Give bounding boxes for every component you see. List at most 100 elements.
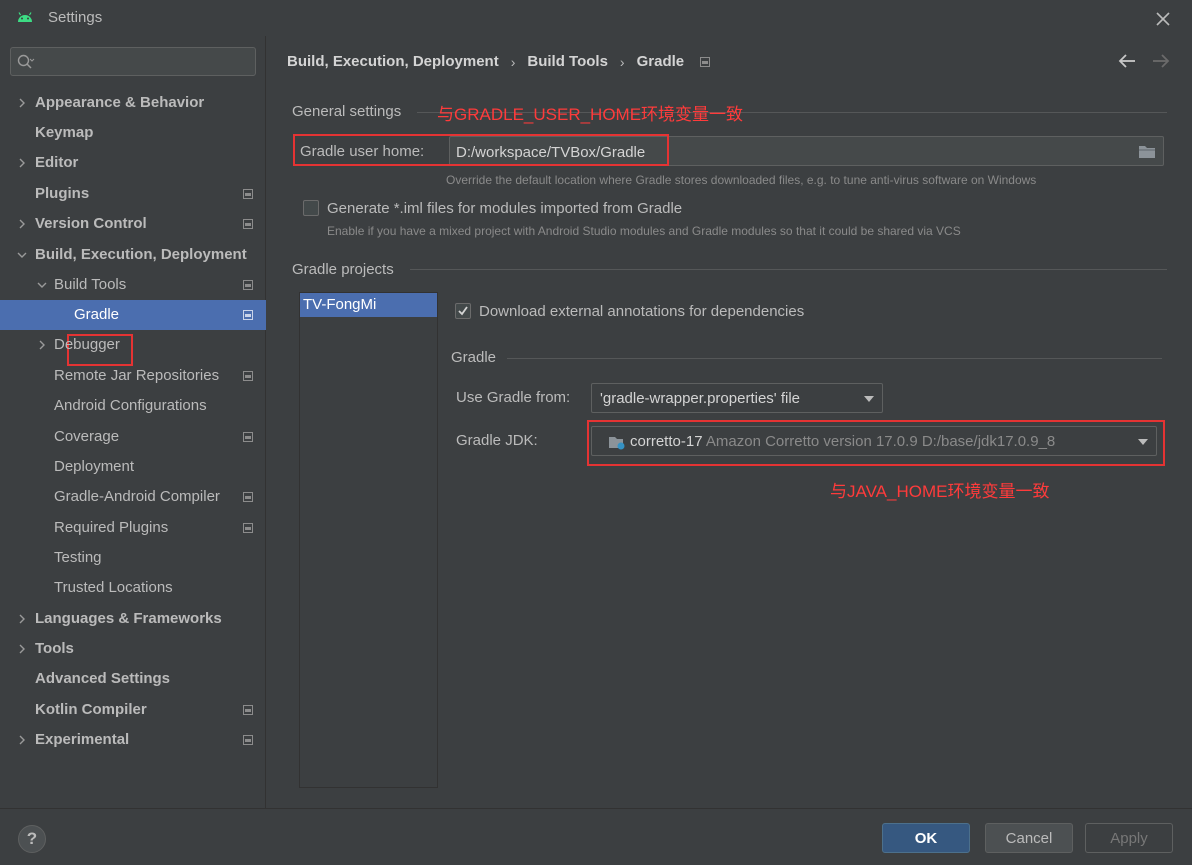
sidebar-item-editor[interactable]: Editor [0,148,266,178]
sidebar-item-experimental[interactable]: Experimental [0,725,266,755]
sidebar-item-label: Tools [35,640,74,657]
back-arrow-icon[interactable] [1117,52,1137,70]
forward-arrow-icon[interactable] [1151,52,1171,70]
sidebar-item-label: Remote Jar Repositories [54,367,220,384]
sidebar-item-label: Plugins [35,185,90,202]
sidebar-item-label: Deployment [54,458,135,475]
window-title: Settings [48,9,103,26]
title-bar: Settings [0,0,1192,36]
sidebar-item-label: Trusted Locations [54,579,173,596]
project-settings-icon [243,432,253,442]
sidebar-item-gradle-android-compiler[interactable]: Gradle-Android Compiler [0,482,266,512]
jdk-detail: Amazon Corretto version 17.0.9 D:/base/j… [705,433,1056,450]
sidebar-item-languages-frameworks[interactable]: Languages & Frameworks [0,604,266,634]
chevron-down-icon [17,252,27,258]
sidebar-item-keymap[interactable]: Keymap [0,118,266,148]
use-gradle-from-dropdown[interactable]: 'gradle-wrapper.properties' file [591,383,883,413]
sidebar-item-tools[interactable]: Tools [0,634,266,664]
gradle-user-home-annotation: 与GRADLE_USER_HOME环境变量一致 [437,105,744,124]
folder-icon[interactable] [1138,144,1156,159]
chevron-right-icon [39,340,45,350]
cancel-button[interactable]: Cancel [985,823,1073,853]
breadcrumb-item[interactable]: Build Tools [527,53,608,70]
list-item[interactable]: TV-FongMi [300,293,437,317]
settings-sidebar: Appearance & Behavior Keymap Editor Plug… [0,36,266,808]
sidebar-item-remote-jar-repositories[interactable]: Remote Jar Repositories [0,361,266,391]
gradle-section-title: Gradle [451,349,497,366]
sidebar-item-build-execution-deployment[interactable]: Build, Execution, Deployment [0,240,266,270]
chevron-right-icon [19,614,25,624]
sidebar-item-label: Advanced Settings [35,670,171,687]
dialog-footer: ? OK Cancel Apply [0,808,1192,865]
project-settings-icon [243,492,253,502]
sidebar-item-label: Gradle [74,306,120,323]
help-button[interactable]: ? [18,825,46,853]
generate-iml-label[interactable]: Generate *.iml files for modules importe… [327,200,682,217]
chevron-right-icon [19,644,25,654]
sidebar-item-label: Debugger [54,336,120,353]
jdk-name: corretto-17 [630,433,703,450]
sidebar-item-testing[interactable]: Testing [0,543,266,573]
settings-search[interactable] [10,47,256,76]
gradle-user-home-hint: Override the default location where Grad… [446,173,1037,187]
sidebar-item-label: Editor [35,154,79,171]
search-input[interactable] [41,51,249,71]
gradle-user-home-field[interactable] [449,136,1164,166]
section-divider [410,269,1167,270]
project-settings-icon [243,371,253,381]
sidebar-item-advanced-settings[interactable]: Advanced Settings [0,664,266,694]
download-annotations-checkbox[interactable] [455,303,471,319]
jdk-folder-icon [609,437,625,450]
sidebar-item-trusted-locations[interactable]: Trusted Locations [0,573,266,603]
gradle-user-home-label: Gradle user home: [300,143,425,160]
gradle-jdk-annotation: 与JAVA_HOME环境变量一致 [830,482,1050,501]
sidebar-item-label: Languages & Frameworks [35,610,222,627]
use-gradle-from-value: 'gradle-wrapper.properties' file [600,390,800,407]
sidebar-item-label: Keymap [35,124,94,141]
ok-button[interactable]: OK [882,823,970,853]
gradle-jdk-dropdown[interactable]: corretto-17 Amazon Corretto version 17.0… [591,426,1157,456]
close-icon[interactable] [1152,8,1174,30]
gradle-jdk-label: Gradle JDK: [456,432,538,449]
sidebar-item-build-tools[interactable]: Build Tools [0,270,266,300]
chevron-down-icon [37,282,47,288]
chevron-down-icon [1138,439,1148,445]
download-annotations-label[interactable]: Download external annotations for depend… [479,303,804,320]
sidebar-item-coverage[interactable]: Coverage [0,422,266,452]
gradle-projects-list: TV-FongMi [299,292,438,788]
sidebar-item-deployment[interactable]: Deployment [0,452,266,482]
gradle-jdk-value: corretto-17 Amazon Corretto version 17.0… [630,433,1055,450]
sidebar-item-label: Coverage [54,428,120,445]
sidebar-item-plugins[interactable]: Plugins [0,179,266,209]
chevron-right-icon [19,219,25,229]
chevron-right-icon [19,735,25,745]
generate-iml-checkbox[interactable] [303,200,319,216]
sidebar-item-label: Testing [54,549,102,566]
gradle-user-home-input[interactable] [456,142,1056,162]
sidebar-item-required-plugins[interactable]: Required Plugins [0,513,266,543]
sidebar-item-label: Build, Execution, Deployment [35,246,247,263]
sidebar-item-version-control[interactable]: Version Control [0,209,266,239]
sidebar-item-kotlin-compiler[interactable]: Kotlin Compiler [0,695,266,725]
checkmark-icon [458,306,468,316]
sidebar-item-label: Build Tools [54,276,127,293]
breadcrumb-item[interactable]: Build, Execution, Deployment [287,53,499,70]
generate-iml-hint: Enable if you have a mixed project with … [327,224,961,238]
settings-content: Build, Execution, Deployment › Build Too… [267,36,1192,808]
project-settings-icon [243,705,253,715]
sidebar-item-android-configurations[interactable]: Android Configurations [0,391,266,421]
sidebar-item-gradle[interactable]: Gradle [0,300,266,330]
sidebar-item-appearance-behavior[interactable]: Appearance & Behavior [0,88,266,118]
sidebar-item-label: Gradle-Android Compiler [54,488,220,505]
chevron-down-icon [864,396,874,402]
sidebar-item-debugger[interactable]: Debugger [0,330,266,360]
apply-button[interactable]: Apply [1085,823,1173,853]
gradle-projects-title: Gradle projects [292,261,394,278]
use-gradle-from-label: Use Gradle from: [456,389,571,406]
sidebar-item-label: Android Configurations [54,397,207,414]
sidebar-item-label: Kotlin Compiler [35,701,147,718]
chevron-right-icon [19,158,25,168]
project-settings-icon [243,735,253,745]
project-settings-icon [243,310,253,320]
project-settings-icon [243,523,253,533]
